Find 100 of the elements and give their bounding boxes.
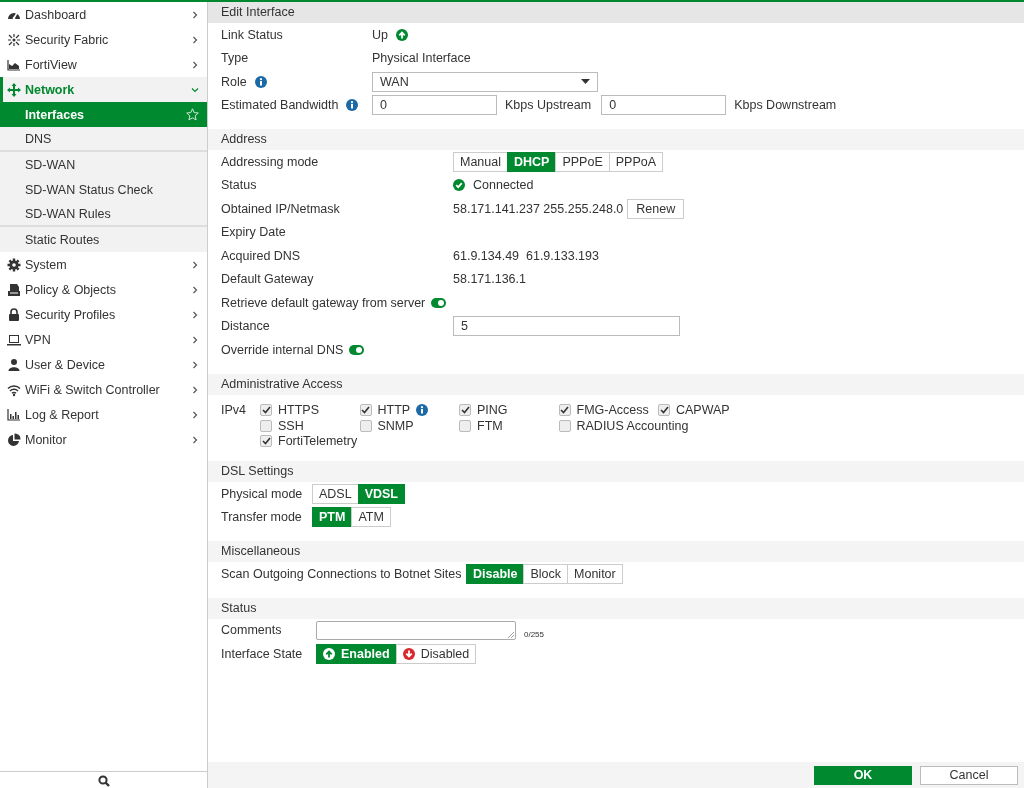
sidebar-subitem[interactable]: SD-WAN Rules bbox=[0, 202, 207, 227]
area-chart-icon bbox=[7, 57, 21, 72]
checkbox-label: FMG-Access bbox=[576, 403, 649, 418]
chevron-icon bbox=[191, 435, 199, 444]
checkbox[interactable] bbox=[260, 404, 272, 417]
ok-button[interactable]: OK bbox=[814, 765, 912, 785]
section-header: DSL Settings bbox=[208, 461, 1024, 482]
sidebar-item[interactable]: User & Device bbox=[0, 352, 207, 377]
option-button[interactable]: VDSL bbox=[357, 483, 405, 504]
sidebar-subitem[interactable]: Static Routes bbox=[0, 227, 207, 252]
option-button[interactable]: Disable bbox=[466, 563, 525, 584]
sidebar-item[interactable]: FortiView bbox=[0, 52, 207, 77]
caret-icon bbox=[581, 79, 590, 85]
checkbox[interactable] bbox=[260, 419, 272, 432]
field-value: Up bbox=[372, 27, 388, 42]
option-button[interactable]: PPPoA bbox=[608, 151, 664, 172]
option-button[interactable]: ATM bbox=[351, 507, 391, 528]
option-button[interactable]: Block bbox=[523, 563, 569, 584]
resize-handle-icon bbox=[508, 631, 514, 638]
field-label: Transfer mode bbox=[221, 510, 302, 525]
field-label: Role bbox=[221, 74, 247, 89]
comments-field[interactable] bbox=[316, 620, 516, 640]
gear-icon bbox=[7, 257, 21, 272]
check-icon bbox=[659, 406, 669, 415]
chevron-icon bbox=[191, 335, 199, 344]
role-dropdown[interactable]: WAN bbox=[372, 71, 598, 92]
option-button[interactable]: ADSL bbox=[312, 483, 359, 504]
cancel-button[interactable]: Cancel bbox=[920, 765, 1018, 785]
checkbox-label: FortiTelemetry bbox=[278, 434, 358, 449]
checkbox[interactable] bbox=[359, 419, 372, 432]
chevron-icon bbox=[191, 260, 199, 269]
checkbox[interactable] bbox=[260, 435, 272, 448]
section-header: Edit Interface bbox=[208, 2, 1024, 23]
sidebar-item[interactable]: Network bbox=[0, 77, 207, 102]
input-field[interactable]: 0 bbox=[372, 95, 497, 116]
toggle-switch[interactable] bbox=[349, 344, 365, 355]
chevron-icon bbox=[191, 310, 199, 319]
sidebar-item[interactable]: System bbox=[0, 252, 207, 277]
checkbox[interactable] bbox=[359, 404, 372, 417]
input-field[interactable]: 0 bbox=[601, 95, 727, 116]
sidebar-item[interactable]: Security Fabric bbox=[0, 27, 207, 52]
sidebar-item[interactable]: Monitor bbox=[0, 427, 207, 452]
sidebar-subitem[interactable]: SD-WAN bbox=[0, 152, 207, 177]
field-label: Distance bbox=[221, 319, 270, 334]
field-label: Link Status bbox=[221, 27, 283, 42]
option-button[interactable]: Monitor bbox=[567, 563, 623, 584]
option-button[interactable]: DHCP bbox=[507, 151, 557, 172]
field-label: Type bbox=[221, 51, 249, 66]
checkbox[interactable] bbox=[558, 419, 571, 432]
checkbox[interactable] bbox=[658, 404, 670, 417]
sidebar-item[interactable]: Dashboard bbox=[0, 2, 207, 27]
option-button[interactable]: Manual bbox=[453, 151, 508, 172]
sidebar-item[interactable]: VPN bbox=[0, 327, 207, 352]
option-button[interactable]: PTM bbox=[312, 507, 353, 528]
section-header: Status bbox=[208, 597, 1024, 619]
wifi-icon bbox=[7, 382, 21, 397]
down-arrow-icon bbox=[402, 647, 415, 660]
input-field[interactable]: 5 bbox=[453, 316, 680, 337]
search-icon bbox=[97, 775, 110, 787]
checkbox[interactable] bbox=[459, 419, 471, 432]
chevron-icon bbox=[191, 85, 199, 94]
status-text: Connected bbox=[473, 178, 534, 193]
field-label: Obtained IP/Netmask bbox=[221, 201, 340, 216]
option-button[interactable]: Enabled bbox=[316, 643, 397, 664]
field-value: 61.9.134.49 61.9.133.193 bbox=[453, 248, 599, 263]
toggle-switch[interactable] bbox=[431, 297, 447, 308]
sidebar-subitem[interactable]: SD-WAN Status Check bbox=[0, 177, 207, 202]
field-label: Default Gateway bbox=[221, 272, 314, 287]
check-icon bbox=[560, 406, 569, 415]
field-label: Addressing mode bbox=[221, 154, 319, 169]
laptop-icon bbox=[7, 332, 21, 347]
chevron-icon bbox=[191, 410, 199, 419]
sidebar-item[interactable]: Security Profiles bbox=[0, 302, 207, 327]
section-header: Miscellaneous bbox=[208, 541, 1024, 562]
check-icon bbox=[361, 406, 370, 415]
bar-chart-icon bbox=[7, 407, 21, 422]
field-label: Retrieve default gateway from server bbox=[221, 295, 426, 310]
sidebar-item[interactable]: Policy & Objects bbox=[0, 277, 207, 302]
sidebar-subitem[interactable]: Interfaces bbox=[0, 102, 207, 127]
field-label: Expiry Date bbox=[221, 225, 286, 240]
chevron-icon bbox=[191, 10, 199, 19]
section-header: Address bbox=[208, 129, 1024, 150]
sidebar-item[interactable]: WiFi & Switch Controller bbox=[0, 377, 207, 402]
field-label: Estimated Bandwidth bbox=[221, 98, 339, 113]
renew-button[interactable]: Renew bbox=[627, 198, 685, 219]
option-button[interactable]: PPPoE bbox=[555, 151, 610, 172]
checkbox[interactable] bbox=[558, 404, 571, 417]
sidebar-subitem[interactable]: DNS bbox=[0, 127, 207, 152]
field-label: Comments bbox=[221, 623, 282, 638]
unit-label: Kbps Downstream bbox=[734, 98, 837, 113]
checkbox-label: SNMP bbox=[377, 418, 414, 433]
up-arrow-icon bbox=[323, 647, 335, 660]
sidebar-item[interactable]: Log & Report bbox=[0, 402, 207, 427]
checkbox[interactable] bbox=[459, 404, 471, 417]
checkbox-label: PING bbox=[477, 403, 508, 418]
checkbox-label: CAPWAP bbox=[676, 403, 730, 418]
option-button[interactable]: Disabled bbox=[395, 643, 477, 664]
chevron-icon bbox=[191, 35, 199, 44]
unit-label: Kbps Upstream bbox=[505, 98, 592, 113]
check-icon bbox=[261, 406, 271, 415]
